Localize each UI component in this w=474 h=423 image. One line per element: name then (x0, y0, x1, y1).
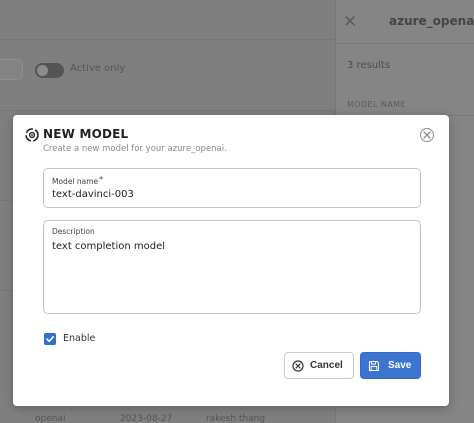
panel-title: azure_openai (389, 14, 474, 28)
description-field[interactable]: Description text completion model (43, 220, 421, 314)
model-name-field[interactable]: Model name* text-davinci-003 (43, 168, 421, 208)
table-cell-provider: openai (35, 414, 66, 423)
search-input[interactable] (0, 59, 23, 80)
cancel-label: Cancel (310, 360, 343, 371)
description-label: Description (52, 227, 95, 236)
enable-checkbox[interactable] (44, 333, 56, 345)
model-name-label: Model name* (52, 175, 104, 186)
panel-close-icon[interactable]: ✕ (343, 12, 357, 32)
save-label: Save (388, 360, 412, 371)
required-marker: * (99, 175, 104, 184)
save-button[interactable]: Save (360, 352, 421, 379)
model-icon (25, 128, 39, 142)
row-divider (0, 110, 335, 111)
dialog-title: NEW MODEL (43, 127, 129, 141)
results-count: 3 results (347, 60, 391, 71)
table-cell-user: rakesh thang (206, 414, 266, 423)
table-cell-date: 2023-08-27 (120, 414, 173, 423)
enable-label: Enable (63, 333, 96, 344)
dialog-subtitle: Create a new model for your azure_openai… (43, 144, 227, 154)
description-textarea[interactable]: text completion model (52, 241, 165, 252)
floppy-disk-icon (368, 360, 380, 372)
cancel-button[interactable]: Cancel (284, 352, 354, 379)
panel-divider (335, 43, 474, 44)
column-header-model-name: MODEL NAME (347, 100, 406, 109)
close-icon[interactable] (420, 128, 434, 142)
top-bar (0, 0, 335, 40)
cancel-circle-icon (292, 360, 304, 372)
new-model-dialog: NEW MODEL Create a new model for your az… (13, 115, 449, 406)
check-icon (46, 336, 54, 343)
model-name-input[interactable]: text-davinci-003 (52, 189, 134, 200)
active-only-label: Active only (70, 63, 126, 74)
toggle-knob (37, 65, 48, 76)
